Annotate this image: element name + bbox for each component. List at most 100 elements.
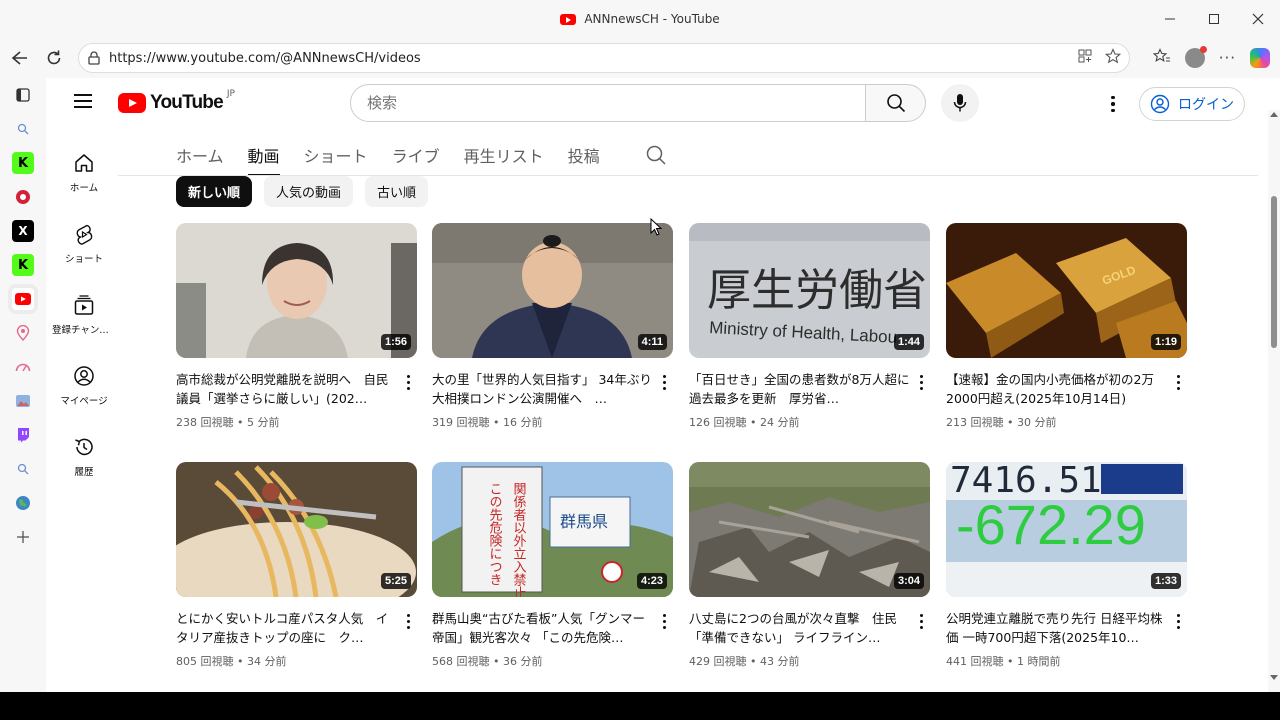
chip-oldest[interactable]: 古い順 (365, 176, 429, 207)
youtube-favicon-icon (560, 13, 577, 25)
tab-playlists[interactable]: 再生リスト (464, 133, 544, 176)
country-code: JP (226, 89, 235, 99)
video-card[interactable]: 5:25 とにかく安いトルコ産パスタ人気 イタリア産抜きトップの座に ク… 80… (176, 462, 417, 669)
video-card[interactable]: 4:11 大の里「世界的人気目指す」 34年ぶり大相撲ロンドン公演開催へ … 3… (432, 223, 673, 430)
video-title[interactable]: とにかく安いトルコ産パスタ人気 イタリア産抜きトップの座に ク… (176, 609, 398, 647)
kick-app-2-icon[interactable]: K (12, 254, 34, 276)
favorites-icon[interactable] (1152, 48, 1171, 68)
video-menu-icon[interactable] (401, 611, 415, 631)
maximize-icon[interactable] (1192, 0, 1236, 38)
chip-popular[interactable]: 人気の動画 (264, 176, 354, 207)
tab-live[interactable]: ライブ (392, 133, 440, 176)
video-title[interactable]: 【速報】金の国内小売価格が初の2万2000円超え(2025年10月14日) (946, 370, 1168, 408)
tab-home[interactable]: ホーム (176, 133, 224, 176)
video-thumbnail[interactable]: 3:04 (689, 462, 930, 597)
video-card[interactable]: この先危険につき 関係者以外立入禁止 群馬県 4:23 群馬山奥“古びた看板”人… (432, 462, 673, 669)
video-menu-icon[interactable] (401, 372, 415, 392)
page-scrollbar[interactable] (1268, 110, 1280, 692)
video-menu-icon[interactable] (657, 611, 671, 631)
kick-app-icon[interactable]: K (12, 152, 34, 174)
title-bar: ANNnewsCH - YouTube (0, 0, 1280, 38)
edge-sidebar: K X K (0, 78, 46, 692)
search-sidebar-icon[interactable] (12, 118, 34, 140)
add-sidebar-icon[interactable] (12, 526, 34, 548)
back-icon[interactable] (2, 42, 38, 74)
guide-item-history[interactable]: 履歴 (48, 422, 120, 493)
copilot-icon[interactable] (1250, 48, 1270, 68)
youtube-app-icon[interactable] (12, 288, 34, 310)
guide-item-home[interactable]: ホーム (48, 138, 120, 209)
twitch-icon[interactable] (12, 424, 34, 446)
tab-actions-icon[interactable] (12, 84, 34, 106)
video-menu-icon[interactable] (1171, 611, 1185, 631)
search-button[interactable] (865, 84, 926, 122)
refresh-icon[interactable] (36, 42, 72, 74)
video-card[interactable]: 3:04 八丈島に2つの台風が次々直撃 住民「準備できない」 ライフライン… 4… (689, 462, 930, 669)
video-duration: 5:25 (380, 573, 411, 589)
search-input[interactable] (367, 94, 865, 112)
globe-icon[interactable] (12, 492, 34, 514)
search-small-icon[interactable] (12, 458, 34, 480)
video-thumbnail[interactable]: この先危険につき 関係者以外立入禁止 群馬県 4:23 (432, 462, 673, 597)
video-thumbnail[interactable]: 1:56 (176, 223, 417, 358)
url-bar[interactable]: https://www.youtube.com/@ANNnewsCH/video… (78, 43, 1130, 73)
search-box[interactable] (350, 84, 866, 122)
video-thumbnail[interactable]: 4:11 (432, 223, 673, 358)
scroll-down-icon[interactable] (1270, 675, 1278, 680)
video-menu-icon[interactable] (914, 372, 928, 392)
youtube-logo[interactable]: YouTube JP (118, 89, 235, 114)
search-icon (886, 94, 905, 113)
video-thumbnail[interactable]: 5:25 (176, 462, 417, 597)
video-thumbnail[interactable]: 厚生労働省 Ministry of Health, Labou 1:44 (689, 223, 930, 358)
video-thumbnail[interactable]: 7416.51 -672.29 1:33 (946, 462, 1187, 597)
upload-time: 34 分前 (246, 655, 287, 668)
voice-search-button[interactable] (941, 84, 979, 122)
window-controls (1148, 0, 1280, 38)
guide-item-shorts[interactable]: ショート (48, 209, 120, 280)
chip-newest[interactable]: 新しい順 (176, 176, 253, 207)
scrollbar-thumb[interactable] (1271, 196, 1277, 348)
video-menu-icon[interactable] (1171, 372, 1185, 392)
image-app-icon[interactable] (12, 390, 34, 412)
video-menu-icon[interactable] (657, 372, 671, 392)
guide-item-my-page[interactable]: マイページ (48, 351, 120, 422)
x-app-icon[interactable]: X (12, 220, 34, 242)
video-card[interactable]: GOLD 1:19 【速報】金の国内小売価格が初の2万2000円超え(2025年… (946, 223, 1187, 430)
speed-icon[interactable] (12, 356, 34, 378)
more-menu-icon[interactable]: ··· (1219, 49, 1236, 67)
settings-menu-icon[interactable] (1103, 92, 1123, 116)
upload-time: 5 分前 (246, 416, 280, 429)
guide-item-subscriptions[interactable]: 登録チャンネル (48, 280, 120, 351)
app-available-icon[interactable] (1077, 48, 1093, 68)
tab-videos[interactable]: 動画 (247, 133, 280, 176)
video-title[interactable]: 大の里「世界的人気目指す」 34年ぶり大相撲ロンドン公演開催へ … (432, 370, 654, 408)
youtube-page: YouTube JP ログイン ホーム (48, 78, 1280, 692)
video-duration: 4:11 (637, 334, 667, 350)
tab-shorts[interactable]: ショート (304, 133, 368, 176)
scroll-up-icon[interactable] (1270, 112, 1278, 117)
close-icon[interactable] (1236, 0, 1280, 38)
minimize-icon[interactable] (1148, 0, 1192, 38)
video-card[interactable]: 7416.51 -672.29 1:33 公明党連立離脱で売り先行 日経平均株価… (946, 462, 1187, 669)
video-card[interactable]: 厚生労働省 Ministry of Health, Labou 1:44 「百日… (689, 223, 930, 430)
video-title[interactable]: 高市総裁が公明党離脱を説明へ 自民議員「選挙さらに厳しい」(202… (176, 370, 398, 408)
video-menu-icon[interactable] (914, 611, 928, 631)
profile-avatar[interactable] (1184, 46, 1207, 68)
video-title[interactable]: 「百日せき」全国の患者数が8万人超に 過去最多を更新 厚労省… (689, 370, 911, 408)
video-title[interactable]: 公明党連立離脱で売り先行 日経平均株価 一時700円超下落(2025年10… (946, 609, 1168, 647)
video-title[interactable]: 八丈島に2つの台風が次々直撃 住民「準備できない」 ライフライン… (689, 609, 911, 647)
guide-label: ショート (64, 254, 103, 265)
video-card[interactable]: 1:56 高市総裁が公明党離脱を説明へ 自民議員「選挙さらに厳しい」(202… … (176, 223, 417, 430)
channel-search-icon[interactable] (645, 144, 667, 166)
menu-icon[interactable] (74, 94, 92, 108)
thumb-text-gunma: 群馬県 (560, 512, 608, 531)
video-meta: 568 回視聴 • 36 分前 (432, 655, 543, 668)
app-red-icon[interactable] (12, 186, 34, 208)
video-thumbnail[interactable]: GOLD 1:19 (946, 223, 1187, 358)
map-pin-icon[interactable] (12, 322, 34, 344)
tab-posts[interactable]: 投稿 (568, 133, 600, 176)
favorite-star-icon[interactable] (1104, 48, 1122, 68)
login-button[interactable]: ログイン (1139, 87, 1245, 121)
video-title[interactable]: 群馬山奥“古びた看板”人気「グンマー帝国」観光客次々 「この先危険… (432, 609, 654, 647)
logo-wordmark: YouTube (150, 92, 224, 113)
